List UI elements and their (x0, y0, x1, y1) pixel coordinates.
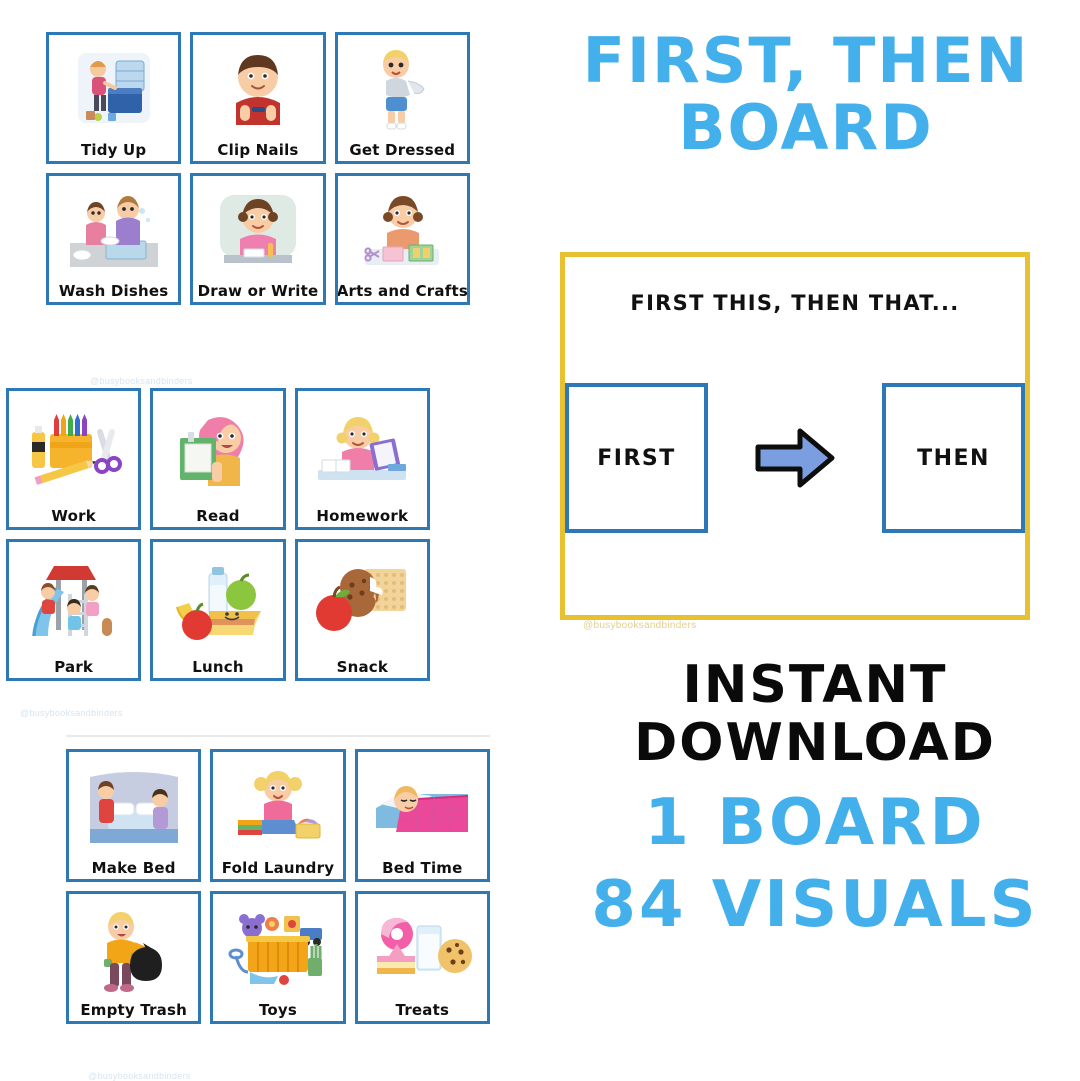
card-label: Snack (336, 658, 389, 676)
apple-cookie-cracker-icon (301, 546, 424, 660)
card-bed-time[interactable]: Bed Time (354, 749, 490, 882)
card-grid: Work Read Homework Park Lunch Snack (6, 388, 430, 681)
sheet-watermark: @busybooksandbinders (90, 376, 193, 386)
card-snack[interactable]: Snack (294, 539, 430, 681)
card-fold-laundry[interactable]: Fold Laundry (210, 749, 346, 882)
first-then-board: FIRST THIS, THEN THAT... FIRST THEN @bus… (560, 252, 1030, 631)
child-tidying-toy-box-icon (52, 39, 175, 143)
toy-box-with-toys-icon (216, 898, 339, 1003)
promo-line-board-count: 1 BOARD (644, 786, 986, 861)
card-label: Work (51, 507, 96, 525)
page-divider (66, 735, 490, 737)
then-slot[interactable]: THEN (882, 383, 1025, 533)
child-sleeping-in-bed-icon (361, 756, 484, 861)
card-tidy-up[interactable]: Tidy Up (46, 32, 182, 164)
board-watermark: @busybooksandbinders (583, 620, 697, 631)
children-making-bed-icon (72, 756, 195, 861)
card-label: Toys (258, 1001, 298, 1019)
card-grid: Tidy Up Clip Nails Get Dressed Wash Dish… (46, 32, 470, 305)
card-make-bed[interactable]: Make Bed (66, 749, 202, 882)
right-arrow-icon (752, 423, 838, 493)
card-park[interactable]: Park (6, 539, 142, 681)
sheet-watermark: @busybooksandbinders (20, 708, 123, 718)
card-label: Park (54, 658, 94, 676)
board-slots-row: FIRST THEN (565, 383, 1025, 533)
card-grid: Make Bed Fold Laundry Bed Time Empty Tra… (66, 749, 490, 1024)
card-label: Draw or Write (197, 282, 319, 300)
card-sheet-activities: Work Read Homework Park Lunch Snack @bus… (6, 388, 430, 718)
girl-reading-at-desk-icon (301, 395, 424, 509)
sandwich-milk-banana-apple-icon (156, 546, 279, 660)
card-label: Read (196, 507, 240, 525)
page-title-line-2: BOARD (678, 90, 934, 164)
girl-holding-book-icon (156, 395, 279, 509)
card-homework[interactable]: Homework (294, 388, 430, 530)
card-clip-nails[interactable]: Clip Nails (190, 32, 326, 164)
card-label: Clip Nails (217, 141, 299, 159)
card-read[interactable]: Read (150, 388, 286, 530)
card-label: Get Dressed (349, 141, 456, 159)
boy-clipping-nails-icon (196, 39, 319, 143)
card-lunch[interactable]: Lunch (150, 539, 286, 681)
card-wash-dishes[interactable]: Wash Dishes (46, 173, 182, 305)
promo-line-download: DOWNLOAD (634, 713, 996, 774)
cake-milk-donut-cookie-icon (361, 898, 484, 1003)
children-on-playground-slide-icon (12, 546, 135, 660)
card-label: Fold Laundry (221, 859, 335, 877)
girl-drawing-at-desk-icon (196, 180, 319, 284)
card-label: Wash Dishes (58, 282, 169, 300)
first-slot[interactable]: FIRST (565, 383, 708, 533)
promo-line-visual-count: 84 VISUALS (591, 868, 1039, 943)
card-label: Bed Time (382, 859, 463, 877)
page-title-line-1: FIRST, THEN (582, 24, 1030, 97)
promo-block: INSTANT DOWNLOAD 1 BOARD 84 VISUALS (560, 656, 1070, 942)
card-sheet-home: Make Bed Fold Laundry Bed Time Empty Tra… (66, 735, 490, 1081)
card-label: Treats (395, 1001, 450, 1019)
board-heading: FIRST THIS, THEN THAT... (630, 291, 960, 315)
boy-putting-on-shirt-icon (341, 39, 464, 143)
card-work[interactable]: Work (6, 388, 142, 530)
card-draw-or-write[interactable]: Draw or Write (190, 173, 326, 305)
card-label: Make Bed (91, 859, 176, 877)
card-toys[interactable]: Toys (210, 891, 346, 1024)
card-label: Tidy Up (80, 141, 147, 159)
page-title: FIRST, THEN BOARD (546, 24, 1066, 164)
poster-canvas: Tidy Up Clip Nails Get Dressed Wash Dish… (0, 0, 1080, 1081)
card-treats[interactable]: Treats (354, 891, 490, 1024)
card-label: Empty Trash (80, 1001, 188, 1019)
card-label: Homework (316, 507, 409, 525)
card-arts-and-crafts[interactable]: Arts and Crafts (334, 173, 470, 305)
card-label: Lunch (192, 658, 244, 676)
card-get-dressed[interactable]: Get Dressed (334, 32, 470, 164)
card-empty-trash[interactable]: Empty Trash (66, 891, 202, 1024)
boy-holding-trash-bag-icon (72, 898, 195, 1003)
card-sheet-chores: Tidy Up Clip Nails Get Dressed Wash Dish… (46, 32, 470, 386)
crayons-scissors-pencil-glue-icon (12, 395, 135, 509)
card-label: Arts and Crafts (336, 282, 468, 300)
parent-and-child-washing-dishes-icon (52, 180, 175, 284)
girl-folding-laundry-icon (216, 756, 339, 861)
promo-line-instant: INSTANT (682, 655, 948, 715)
girl-doing-crafts-icon (341, 180, 464, 284)
